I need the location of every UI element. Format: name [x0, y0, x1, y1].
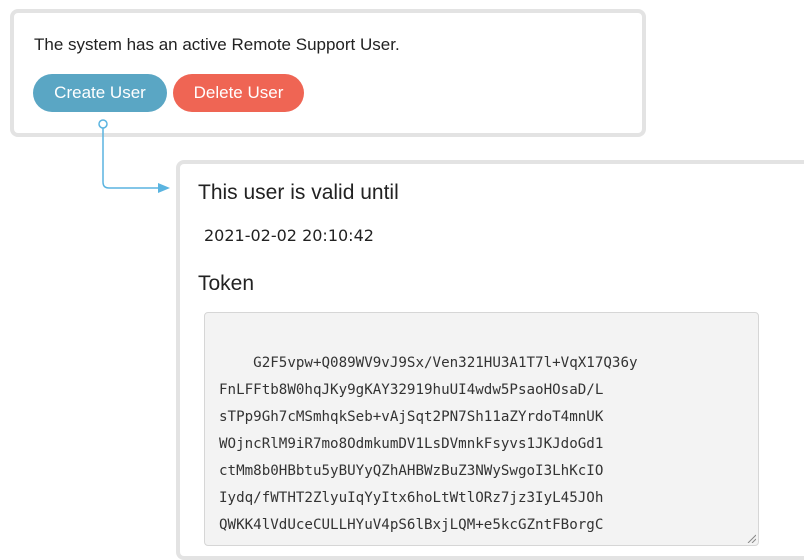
token-textarea[interactable]: G2F5vpw+Q089WV9vJ9Sx/Ven321HU3A1T7l+VqX1… [204, 312, 759, 546]
token-value: G2F5vpw+Q089WV9vJ9Sx/Ven321HU3A1T7l+VqX1… [219, 355, 638, 545]
resize-grip-icon[interactable] [746, 533, 756, 543]
valid-until-label: This user is valid until [198, 181, 399, 204]
token-label: Token [198, 272, 255, 295]
user-details-panel: This user is valid until 2021-02-02 20:1… [176, 160, 804, 560]
valid-until-value: 2021-02-02 20:10:42 [204, 226, 374, 245]
